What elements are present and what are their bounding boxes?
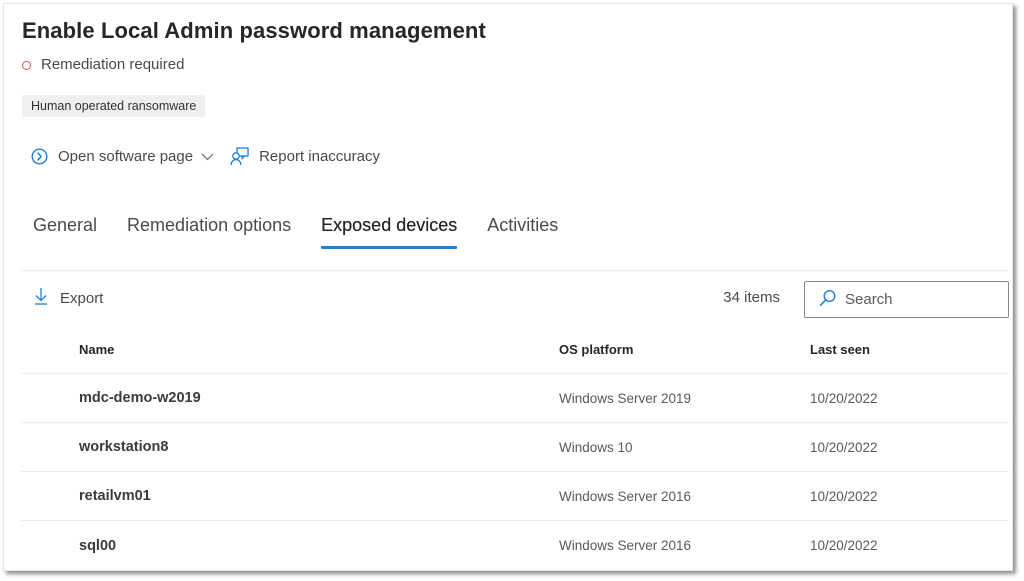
search-box[interactable]	[804, 281, 1009, 318]
tab-bar: General Remediation options Exposed devi…	[33, 215, 588, 249]
search-input[interactable]	[845, 291, 995, 308]
export-label: Export	[60, 289, 104, 307]
download-icon	[34, 287, 60, 309]
action-bar: Open software page Report inaccuracy	[31, 147, 380, 166]
open-software-page-button[interactable]: Open software page	[31, 148, 230, 165]
device-last-seen: 10/20/2022	[810, 390, 878, 406]
device-last-seen: 10/20/2022	[810, 538, 878, 553]
tab-remediation-options[interactable]: Remediation options	[127, 215, 291, 249]
device-os: Windows Server 2016	[559, 538, 692, 553]
vulnerability-detail-panel: Enable Local Admin password management R…	[3, 3, 1013, 571]
device-last-seen: 10/20/2022	[810, 488, 878, 504]
person-feedback-icon	[230, 147, 250, 166]
status-label: Remediation required	[41, 56, 185, 73]
table-row[interactable]: retailvm01 Windows Server 2016 10/20/202…	[21, 472, 1009, 521]
device-os: Windows Server 2016	[559, 488, 692, 504]
exposed-devices-table: Name OS platform Last seen mdc-demo-w201…	[21, 326, 1009, 570]
tabs-divider	[21, 270, 1008, 271]
export-button[interactable]: Export	[34, 287, 103, 309]
chevron-down-icon[interactable]	[201, 153, 214, 161]
page-title: Enable Local Admin password management	[22, 18, 486, 43]
table-header: Name OS platform Last seen	[21, 326, 1009, 374]
device-os: Windows Server 2019	[559, 390, 692, 406]
open-software-page-label: Open software page	[58, 148, 194, 165]
circle-chevron-right-icon	[31, 148, 48, 165]
status-indicator: Remediation required	[22, 56, 184, 73]
device-name[interactable]: sql00	[21, 538, 501, 554]
search-icon	[819, 289, 845, 311]
item-count: 34 items	[723, 289, 780, 306]
table-row[interactable]: mdc-demo-w2019 Windows Server 2019 10/20…	[21, 374, 1009, 423]
column-header-os-platform[interactable]: OS platform	[501, 342, 752, 357]
tab-activities[interactable]: Activities	[487, 215, 558, 249]
ring-icon	[22, 60, 31, 70]
device-name[interactable]: mdc-demo-w2019	[21, 390, 501, 406]
device-name[interactable]: retailvm01	[21, 488, 501, 504]
report-inaccuracy-button[interactable]: Report inaccuracy	[230, 147, 380, 166]
column-header-name[interactable]: Name	[21, 342, 501, 357]
tab-general[interactable]: General	[33, 215, 97, 249]
device-name[interactable]: workstation8	[21, 439, 501, 455]
threat-tag: Human operated ransomware	[22, 95, 206, 117]
report-inaccuracy-label: Report inaccuracy	[259, 148, 380, 165]
tab-exposed-devices[interactable]: Exposed devices	[321, 215, 458, 249]
table-row[interactable]: workstation8 Windows 10 10/20/2022	[21, 423, 1009, 472]
device-last-seen: 10/20/2022	[810, 439, 878, 455]
device-os: Windows 10	[559, 439, 633, 455]
column-header-last-seen[interactable]: Last seen	[752, 342, 1009, 357]
table-row[interactable]: sql00 Windows Server 2016 10/20/2022	[21, 521, 1009, 570]
